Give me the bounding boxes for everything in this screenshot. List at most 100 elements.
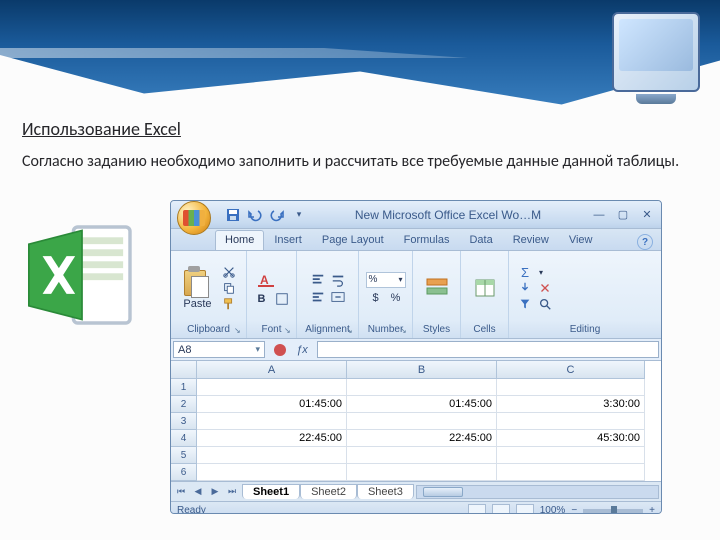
cell[interactable] (347, 379, 497, 396)
cancel-formula-button[interactable] (271, 342, 289, 358)
cell[interactable] (197, 447, 347, 464)
undo-button[interactable] (247, 207, 263, 223)
cell[interactable]: 45:30:00 (497, 430, 645, 447)
row-header[interactable]: 3 (171, 413, 197, 430)
sheet-nav-first[interactable]: ⏮ (173, 484, 189, 500)
format-painter-button[interactable] (220, 297, 238, 311)
save-button[interactable] (225, 207, 241, 223)
tab-home[interactable]: Home (215, 230, 264, 250)
view-normal-button[interactable] (468, 504, 486, 515)
insert-function-button[interactable]: ƒx (293, 342, 311, 358)
wrap-text-button[interactable] (329, 273, 347, 287)
cell[interactable] (497, 447, 645, 464)
cell[interactable] (347, 464, 497, 481)
cell[interactable] (197, 464, 347, 481)
currency-button[interactable]: $ (367, 291, 385, 305)
cell[interactable]: 01:45:00 (197, 396, 347, 413)
close-button[interactable]: ✕ (637, 208, 657, 222)
restore-button[interactable]: ▢ (613, 208, 633, 222)
clipboard-launcher[interactable]: ↘ (234, 326, 244, 336)
number-format-dropdown[interactable]: %▾ (366, 272, 406, 288)
align-left-button[interactable] (309, 290, 327, 304)
cell[interactable]: 01:45:00 (347, 396, 497, 413)
cut-button[interactable] (220, 265, 238, 279)
paste-button[interactable]: Paste (179, 264, 215, 312)
row-header[interactable]: 2 (171, 396, 197, 413)
sheet-tab-3[interactable]: Sheet3 (357, 484, 414, 499)
cells-button[interactable] (469, 274, 501, 302)
row-header[interactable]: 6 (171, 464, 197, 481)
align-top-button[interactable] (309, 273, 327, 287)
copy-button[interactable] (220, 281, 238, 295)
group-clipboard-label: Clipboard (176, 322, 241, 338)
name-box[interactable]: A8 ▾ (173, 341, 265, 358)
view-pagebreak-button[interactable] (516, 504, 534, 515)
col-header-c[interactable]: C (497, 361, 645, 379)
number-launcher[interactable]: ↘ (400, 326, 410, 336)
name-box-value: A8 (178, 344, 191, 356)
row-header[interactable]: 5 (171, 447, 197, 464)
paste-label: Paste (183, 298, 211, 310)
tab-page-layout[interactable]: Page Layout (312, 230, 394, 250)
clear-button[interactable] (536, 281, 554, 295)
border-button[interactable] (273, 292, 291, 306)
cell[interactable] (497, 413, 645, 430)
cell[interactable] (197, 379, 347, 396)
horizontal-scrollbar[interactable] (416, 485, 659, 499)
horizontal-scrollbar-thumb[interactable] (423, 487, 463, 497)
col-header-b[interactable]: B (347, 361, 497, 379)
slide-title: Использование Excel (22, 118, 181, 140)
autosum-button[interactable]: Σ (516, 265, 534, 279)
row-header[interactable]: 4 (171, 430, 197, 447)
tab-insert[interactable]: Insert (264, 230, 312, 250)
office-button[interactable] (177, 201, 211, 235)
grid-row: 5 (171, 447, 661, 464)
help-button[interactable]: ? (637, 234, 653, 250)
group-number: %▾ $ % Number ↘ (359, 251, 413, 338)
zoom-in-button[interactable]: + (649, 505, 655, 514)
sheet-nav-next[interactable]: ▶ (207, 484, 223, 500)
redo-button[interactable] (269, 207, 285, 223)
tab-view[interactable]: View (559, 230, 603, 250)
sheet-nav-last[interactable]: ⏭ (224, 484, 240, 500)
autosum-dropdown[interactable]: ▾ (536, 265, 546, 279)
sheet-tab-1[interactable]: Sheet1 (242, 484, 300, 499)
bold-button[interactable]: B (253, 292, 271, 306)
slide-body-text: Согласно заданию необходимо заполнить и … (22, 152, 698, 173)
cell[interactable]: 3:30:00 (497, 396, 645, 413)
find-button[interactable] (536, 297, 554, 311)
alignment-launcher[interactable]: ↘ (346, 326, 356, 336)
select-all-corner[interactable] (171, 361, 197, 379)
minimize-button[interactable]: — (589, 208, 609, 222)
fill-button[interactable] (516, 281, 534, 295)
cell[interactable] (197, 413, 347, 430)
sheet-nav-prev[interactable]: ◀ (190, 484, 206, 500)
cell[interactable] (497, 379, 645, 396)
zoom-slider-thumb[interactable] (611, 506, 617, 515)
tab-formulas[interactable]: Formulas (394, 230, 460, 250)
row-header[interactable]: 1 (171, 379, 197, 396)
col-header-a[interactable]: A (197, 361, 347, 379)
cell[interactable]: 22:45:00 (197, 430, 347, 447)
grid-row: 3 (171, 413, 661, 430)
cell[interactable] (497, 464, 645, 481)
qat-customize-button[interactable]: ▾ (291, 207, 307, 223)
styles-button[interactable] (421, 274, 453, 302)
merge-button[interactable] (329, 290, 347, 304)
sort-filter-button[interactable] (516, 297, 534, 311)
formula-bar[interactable] (317, 341, 659, 358)
zoom-value: 100% (540, 505, 566, 514)
cell[interactable]: 22:45:00 (347, 430, 497, 447)
percent-button[interactable]: % (387, 291, 405, 305)
font-box[interactable]: A (256, 271, 288, 289)
cell[interactable] (347, 413, 497, 430)
cell[interactable] (347, 447, 497, 464)
group-styles-label: Styles (418, 322, 455, 338)
tab-data[interactable]: Data (459, 230, 502, 250)
font-launcher[interactable]: ↘ (284, 326, 294, 336)
sheet-tab-2[interactable]: Sheet2 (300, 484, 357, 499)
zoom-slider[interactable] (583, 509, 643, 513)
view-layout-button[interactable] (492, 504, 510, 515)
zoom-out-button[interactable]: − (571, 505, 577, 514)
tab-review[interactable]: Review (503, 230, 559, 250)
